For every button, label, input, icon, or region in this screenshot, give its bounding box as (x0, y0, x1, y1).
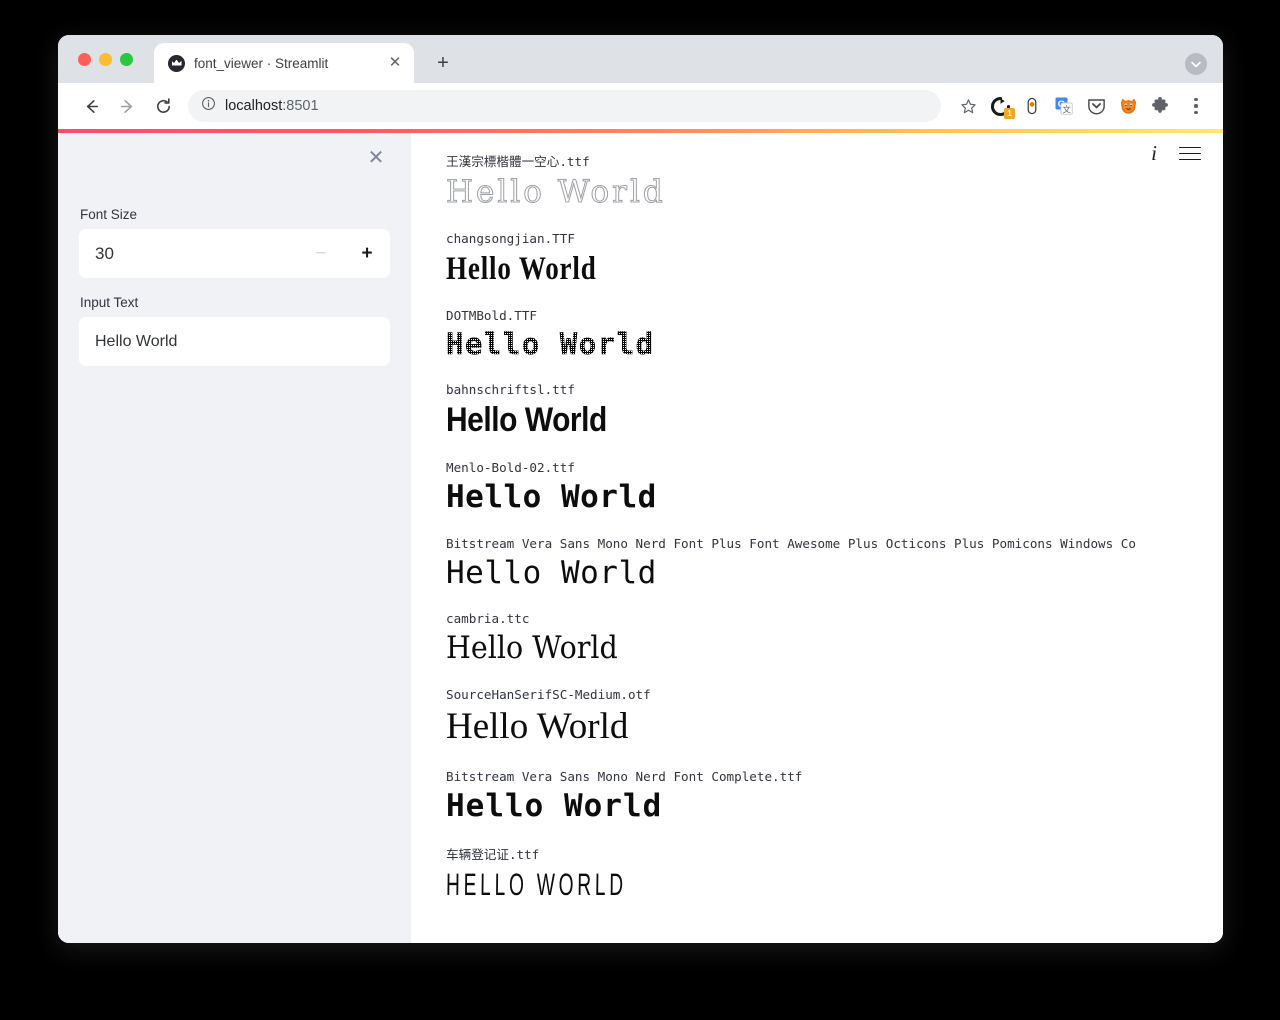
font-item: Bitstream Vera Sans Mono Nerd Font Plus … (446, 528, 1223, 602)
tab-close-icon[interactable]: ✕ (386, 54, 404, 72)
font-size-increment-button[interactable]: + (344, 229, 390, 278)
input-text-group: Input Text Hello World (79, 295, 390, 366)
font-file-name: DOTMBold.TTF (446, 308, 537, 324)
font-list: 王漢宗標楷體一空心.ttf Hello World changsongjian.TT… (446, 133, 1223, 914)
hamburger-menu-icon[interactable] (1179, 146, 1201, 161)
font-sample-text: Hello World (446, 554, 657, 591)
font-file-name: 车辆登记证.ttf (446, 847, 540, 863)
font-item: cambria.ttc Hello World (446, 603, 1223, 677)
font-sample-row: Hello World (446, 170, 1223, 221)
main-content: i 王漢宗標楷體一空心.ttf Hello World changsongjian.… (411, 133, 1223, 943)
capsule-extension-icon[interactable] (1017, 92, 1047, 120)
pocket-shield-icon[interactable] (1081, 92, 1111, 120)
bookmark-star-icon[interactable] (953, 91, 983, 121)
font-size-stepper[interactable]: 30 − + (79, 229, 390, 278)
reload-button[interactable] (146, 89, 180, 123)
input-text-field[interactable]: Hello World (79, 317, 390, 366)
back-button[interactable] (74, 89, 108, 123)
minimize-window-button[interactable] (99, 53, 112, 66)
info-status-icon[interactable]: i (1151, 143, 1157, 164)
font-size-label: Font Size (80, 207, 138, 222)
font-file-name: cambria.ttc (446, 611, 530, 627)
forward-button[interactable] (110, 89, 144, 123)
streamlit-app: ✕ Font Size 30 − + Input Text Hello Worl… (58, 133, 1223, 943)
dark-circle-extension-icon[interactable]: 1 (985, 92, 1015, 120)
font-sample-text: Hello World (446, 787, 663, 824)
input-text-label: Input Text (80, 295, 139, 310)
streamlit-favicon-icon (168, 54, 185, 72)
font-file-name: Bitstream Vera Sans Mono Nerd Font Plus … (446, 535, 1136, 551)
tab-search-icon[interactable] (1185, 53, 1207, 75)
svg-text:文: 文 (1062, 104, 1071, 114)
url-host: localhost (225, 98, 283, 114)
font-size-group: Font Size 30 − + (79, 133, 390, 278)
font-sample-text: Hello World (446, 705, 629, 747)
font-item: Bitstream Vera Sans Mono Nerd Font Compl… (446, 761, 1223, 835)
font-file-name: bahnschriftsl.ttf (446, 381, 575, 397)
app-toolbar: i (1151, 143, 1201, 164)
screen: font_viewer · Streamlit ✕ + localhost:85… (0, 0, 1280, 1020)
font-sample-row: Hello World (446, 475, 1223, 526)
font-item: SourceHanSerifSC-Medium.otf Hello World (446, 679, 1223, 759)
chrome-menu-icon[interactable] (1183, 91, 1209, 121)
browser-window: font_viewer · Streamlit ✕ + localhost:85… (58, 35, 1223, 943)
font-sample-text: Hello World (446, 250, 597, 287)
font-file-name: Bitstream Vera Sans Mono Nerd Font Compl… (446, 768, 803, 784)
font-item: 王漢宗標楷體一空心.ttf Hello World (446, 143, 1223, 221)
sidebar: ✕ Font Size 30 − + Input Text Hello Worl… (58, 133, 411, 943)
font-size-value[interactable]: 30 (95, 244, 298, 264)
browser-tab[interactable]: font_viewer · Streamlit ✕ (154, 43, 414, 83)
font-sample-row: Hello World (446, 702, 1223, 759)
maximize-window-button[interactable] (120, 53, 133, 66)
font-item: changsongjian.TTF Hello World (446, 223, 1223, 299)
font-sample-text: Hello World (446, 174, 666, 210)
font-sample-text: Hello World (446, 327, 655, 362)
close-window-button[interactable] (78, 53, 91, 66)
address-bar-input[interactable]: localhost:8501 (188, 90, 941, 122)
font-sample-row: Hello World (446, 397, 1223, 451)
site-info-icon[interactable] (201, 96, 216, 116)
font-sample-text: Hello World (446, 400, 607, 439)
font-sample-text: HELLO WORLD (445, 867, 628, 903)
font-sample-row: Hello World (446, 323, 1223, 371)
font-item: 车辆登记证.ttf HELLO WORLD (446, 836, 1223, 914)
font-file-name: SourceHanSerifSC-Medium.otf (446, 686, 651, 702)
font-item: DOTMBold.TTF Hello World (446, 300, 1223, 371)
new-tab-button[interactable]: + (430, 50, 456, 76)
url-text: localhost:8501 (225, 98, 319, 114)
font-file-name: changsongjian.TTF (446, 230, 575, 246)
tab-strip: font_viewer · Streamlit ✕ + (58, 35, 1223, 83)
font-sample-row: Hello World (446, 551, 1223, 602)
font-sample-row: Hello World (446, 626, 1223, 677)
firefox-fox-icon[interactable] (1113, 92, 1143, 120)
address-toolbar: localhost:8501 1 文 (58, 83, 1223, 129)
google-translate-icon[interactable]: G 文 (1049, 92, 1079, 120)
font-sample-text: Hello World (446, 630, 618, 667)
font-sample-row: HELLO WORLD (446, 863, 1223, 914)
font-item: bahnschriftsl.ttf Hello World (446, 374, 1223, 451)
font-sample-row: Hello World (446, 246, 1223, 299)
extension-badge-count: 1 (1004, 108, 1015, 119)
font-file-name: 王漢宗標楷體一空心.ttf (446, 154, 590, 169)
window-controls (78, 53, 133, 66)
tab-title: font_viewer · Streamlit (194, 55, 329, 71)
puzzle-extensions-icon[interactable] (1145, 92, 1175, 120)
font-item: Menlo-Bold-02.ttf Hello World (446, 452, 1223, 526)
font-file-name: Menlo-Bold-02.ttf (446, 460, 575, 476)
font-sample-row: Hello World (446, 784, 1223, 835)
sidebar-close-icon[interactable]: ✕ (363, 145, 389, 171)
url-port: :8501 (282, 98, 319, 114)
font-size-decrement-button[interactable]: − (298, 229, 344, 278)
font-sample-text: Hello World (446, 479, 657, 516)
